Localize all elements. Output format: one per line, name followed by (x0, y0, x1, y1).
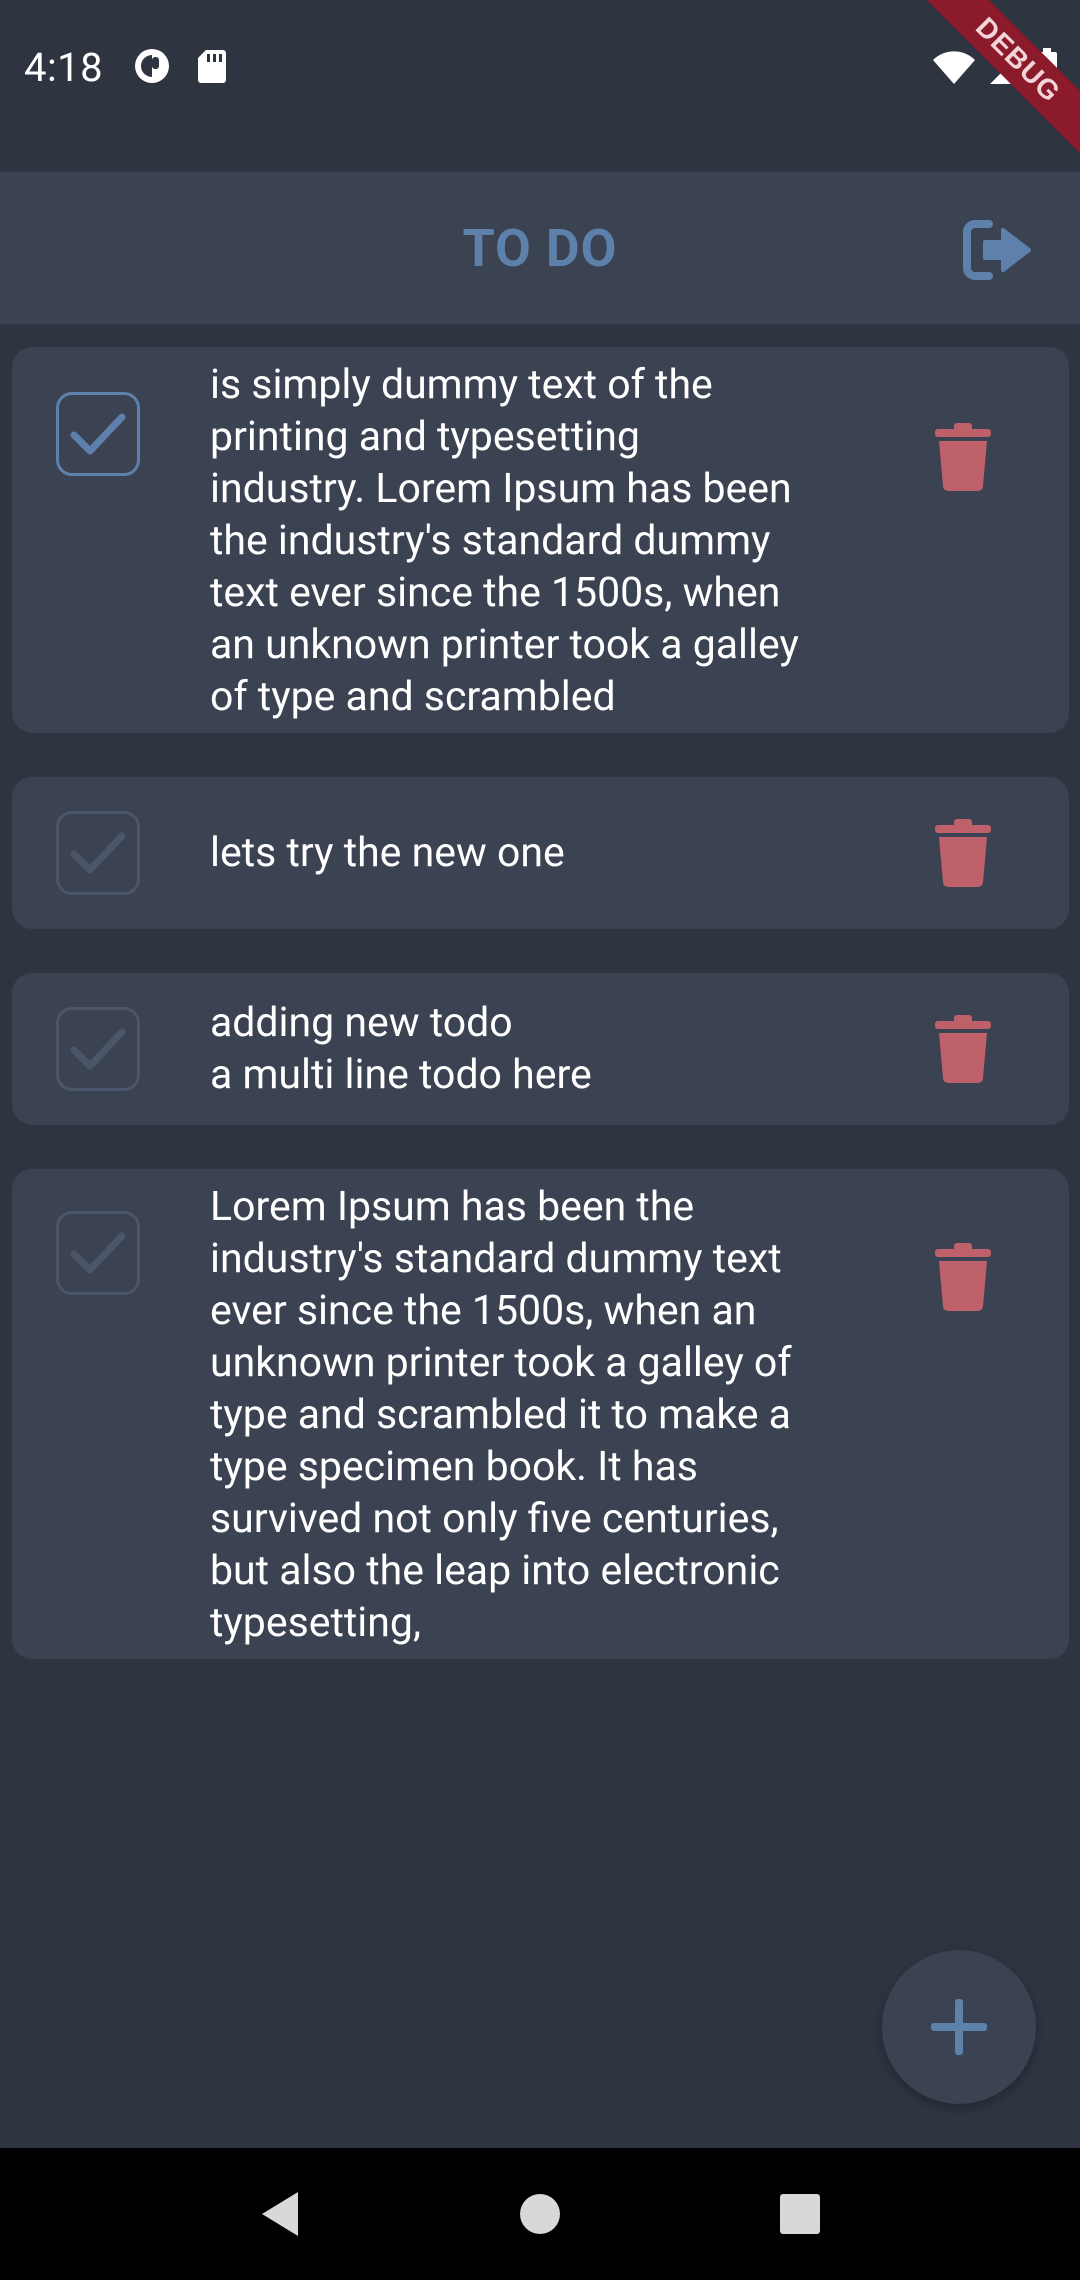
plus-icon (931, 1999, 987, 2055)
add-todo-button[interactable] (882, 1950, 1036, 2104)
todo-screen: 4:18 DEBUG TO DO is simply dummy text of… (0, 0, 1080, 2280)
todo-text: adding new todo a multi line todo here (210, 999, 592, 1099)
todo-checkbox[interactable] (56, 811, 140, 895)
recents-icon (780, 2194, 820, 2234)
delete-button[interactable] (933, 1243, 993, 1311)
check-icon (70, 1028, 126, 1070)
logout-button[interactable] (962, 218, 1034, 282)
nav-recents-button[interactable] (760, 2174, 840, 2254)
delete-button[interactable] (933, 1015, 993, 1083)
todo-list: is simply dummy text of the printing and… (12, 347, 1069, 1703)
check-icon (70, 413, 126, 455)
nav-home-button[interactable] (500, 2174, 580, 2254)
app-bar: TO DO (0, 172, 1080, 324)
status-bar: 4:18 DEBUG (0, 0, 1080, 168)
trash-icon (935, 1015, 991, 1083)
todo-text: is simply dummy text of the printing and… (210, 361, 799, 721)
page-title: TO DO (462, 217, 618, 279)
nav-back-button[interactable] (240, 2174, 320, 2254)
trash-icon (935, 1243, 991, 1311)
wifi-icon (932, 50, 976, 90)
todo-text: Lorem Ipsum has been the industry's stan… (210, 1183, 792, 1647)
check-icon (70, 832, 126, 874)
todo-text: lets try the new one (210, 829, 565, 877)
trash-icon (935, 423, 991, 491)
todo-checkbox[interactable] (56, 392, 140, 476)
app-indicator-icon (133, 47, 171, 89)
todo-checkbox[interactable] (56, 1007, 140, 1091)
navigation-bar (0, 2148, 1080, 2280)
todo-item: lets try the new one (12, 777, 1069, 929)
todo-item: Lorem Ipsum has been the industry's stan… (12, 1169, 1069, 1659)
logout-icon (963, 220, 1031, 280)
delete-button[interactable] (933, 819, 993, 887)
status-left-icons (133, 47, 227, 89)
back-icon (262, 2192, 298, 2236)
todo-item: adding new todo a multi line todo here (12, 973, 1069, 1125)
todo-item: is simply dummy text of the printing and… (12, 347, 1069, 733)
sd-card-icon (197, 48, 227, 88)
delete-button[interactable] (933, 423, 993, 491)
check-icon (70, 1232, 126, 1274)
todo-checkbox[interactable] (56, 1211, 140, 1295)
status-time: 4:18 (24, 44, 104, 91)
home-icon (520, 2194, 560, 2234)
trash-icon (935, 819, 991, 887)
